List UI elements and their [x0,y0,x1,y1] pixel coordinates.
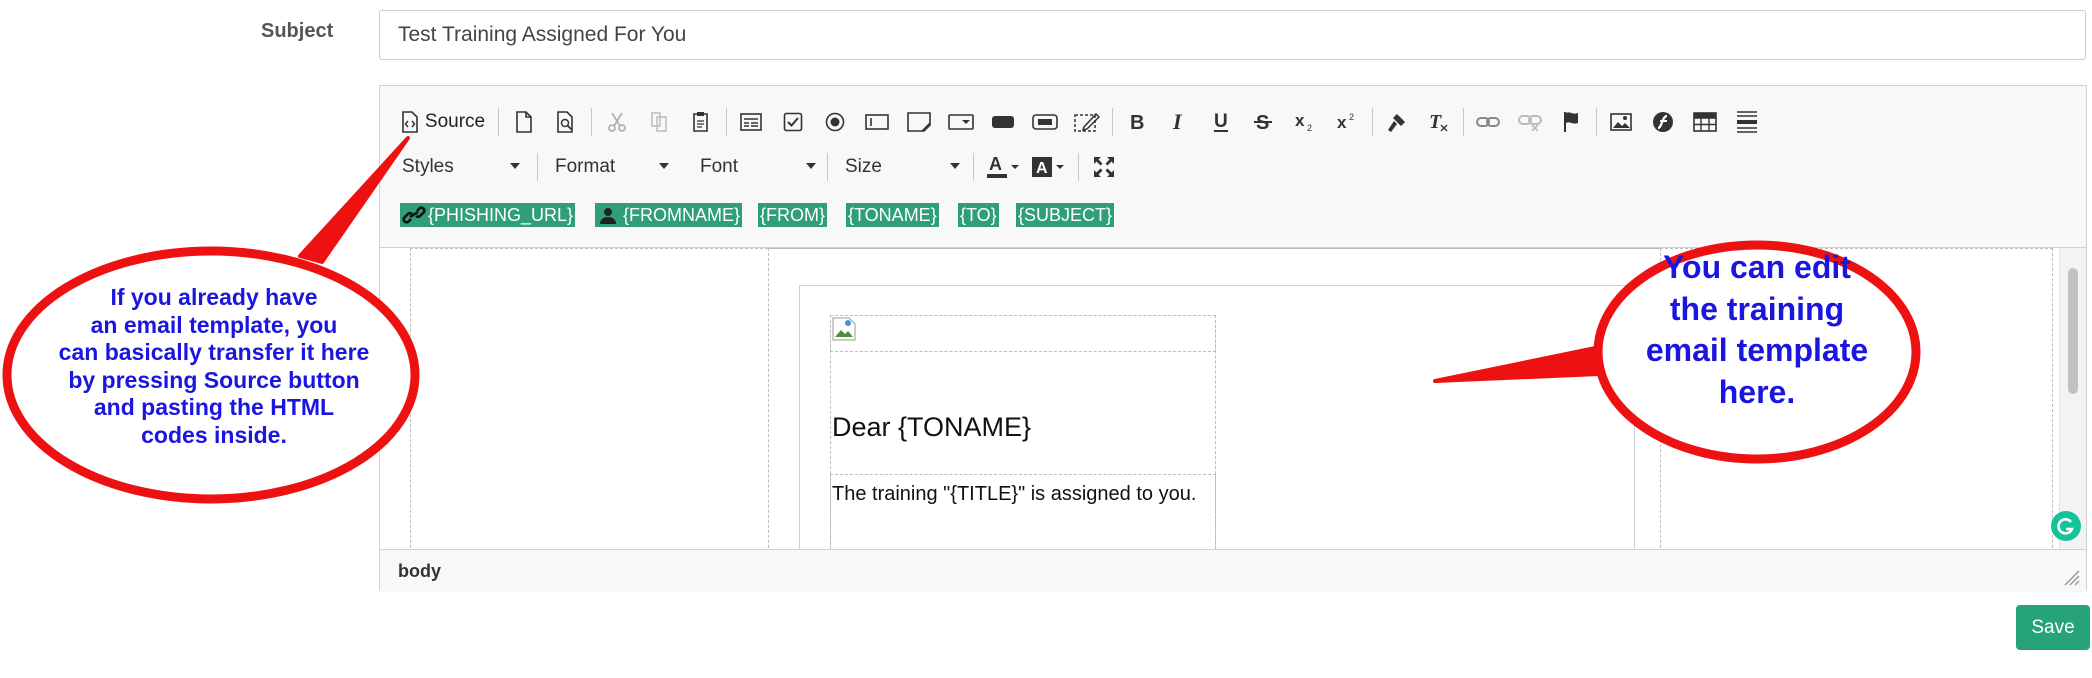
unlink-icon[interactable] [1512,104,1548,140]
font-label: Font [700,156,739,177]
subject-label: Subject [261,20,334,42]
save-button[interactable]: Save [2016,605,2090,650]
textarea-icon[interactable] [901,104,937,140]
placeholder-subject[interactable]: {SUBJECT} [1016,203,1115,227]
underline-icon[interactable]: U [1203,104,1239,140]
svg-text:B: B [1130,112,1144,132]
image-icon[interactable] [1603,104,1639,140]
source-button[interactable]: Source [396,104,490,140]
superscript-icon[interactable]: x2 [1329,104,1365,140]
radio-icon[interactable] [817,104,853,140]
font-dropdown[interactable]: Font [700,149,816,185]
svg-text:A: A [1036,160,1048,177]
preview-icon[interactable] [548,104,584,140]
size-label: Size [845,156,882,177]
editor-scrollbar[interactable] [2059,248,2086,550]
svg-text:x: x [1295,111,1305,130]
styles-dropdown[interactable]: Styles [402,149,520,185]
scroll-thumb[interactable] [2068,268,2078,394]
svg-text:2: 2 [1307,123,1312,133]
editor-toolbar: Source B I U S x 2 x 2 T Styles Format F… [380,86,2086,247]
email-greeting: Dear {TONAME} [832,412,1032,442]
anchor-icon[interactable] [1554,104,1590,140]
paste-icon[interactable] [683,104,719,140]
placeholder-from[interactable]: {FROM} [758,203,828,227]
flash-icon[interactable] [1645,104,1681,140]
horizontal-line-icon[interactable] [1729,104,1765,140]
cut-icon[interactable] [599,104,635,140]
italic-icon[interactable]: I [1161,104,1197,140]
button-icon[interactable] [985,104,1021,140]
left-callout: If you already have an email template, y… [58,284,370,448]
svg-text:T: T [1429,111,1442,133]
right-callout: You can edit the training email template… [1645,249,1869,410]
table-icon[interactable] [1687,104,1723,140]
link-icon [402,206,426,224]
image-button-icon[interactable] [1027,104,1063,140]
checkbox-icon[interactable] [775,104,811,140]
placeholder-toname[interactable]: {TONAME} [846,203,939,227]
svg-text:I: I [1172,112,1183,132]
source-label: Source [424,111,486,132]
bold-icon[interactable]: B [1119,104,1155,140]
select-icon[interactable] [943,104,979,140]
editor-statusbar: body [380,549,2086,592]
broken-image-icon [832,317,856,341]
svg-text:x: x [1337,113,1347,132]
source-icon [402,111,418,133]
format-dropdown[interactable]: Format [555,149,669,185]
resize-handle-icon[interactable] [2064,570,2080,586]
placeholder-fromname[interactable]: {FROMNAME} [595,203,743,227]
styles-label: Styles [402,156,454,177]
form-icon[interactable] [733,104,769,140]
chevron-down-icon [806,163,816,169]
svg-text:U: U [1214,111,1228,132]
maximize-icon[interactable] [1086,149,1122,185]
svg-text:2: 2 [1349,112,1354,122]
size-dropdown[interactable]: Size [845,149,960,185]
hidden-field-icon[interactable] [1069,104,1105,140]
format-label: Format [555,156,616,177]
subscript-icon[interactable]: x2 [1287,104,1323,140]
subject-input[interactable] [379,10,2086,60]
chevron-down-icon [659,163,669,169]
strikethrough-icon[interactable]: S [1245,104,1281,140]
chevron-down-icon [950,163,960,169]
copy-formatting-icon[interactable] [1379,104,1415,140]
placeholder-to[interactable]: {TO} [958,203,999,227]
new-page-icon[interactable] [506,104,542,140]
text-field-icon[interactable] [859,104,895,140]
svg-text:A: A [989,154,1002,174]
link-icon[interactable] [1470,104,1506,140]
placeholder-phishing-url[interactable]: {PHISHING_URL} [400,203,576,227]
chevron-down-icon [510,163,520,169]
remove-format-icon[interactable]: T [1421,104,1457,140]
element-path-body[interactable]: body [398,561,441,582]
grammarly-icon[interactable] [2051,511,2081,541]
user-icon [600,208,616,224]
copy-icon[interactable] [641,104,677,140]
email-body-text: The training "{TITLE}" is assigned to yo… [832,483,1197,505]
background-color-icon[interactable]: A [1028,149,1068,185]
text-color-icon[interactable]: A [983,149,1023,185]
